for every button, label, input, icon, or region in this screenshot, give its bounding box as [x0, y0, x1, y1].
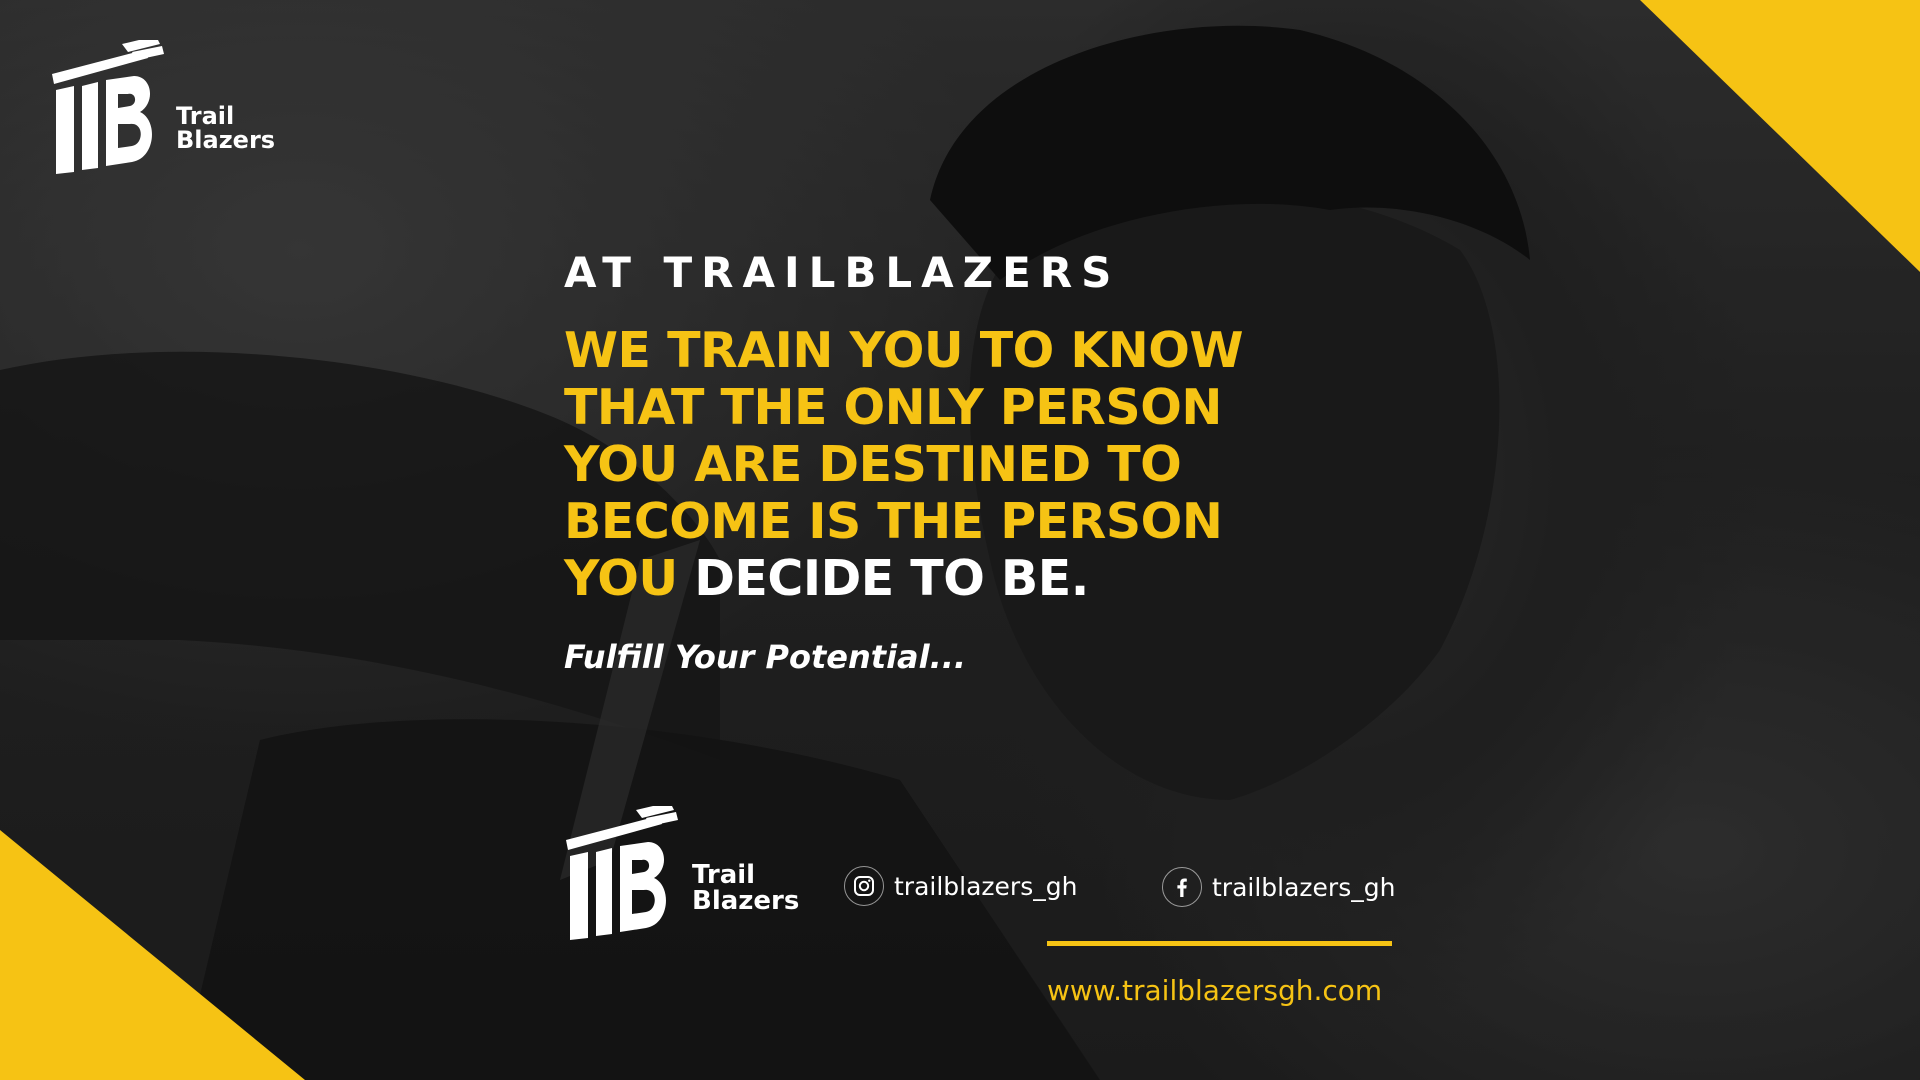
kicker-heading: AT TRAILBLAZERS [564, 248, 1121, 297]
instagram-handle: trailblazers_gh [894, 871, 1078, 901]
brand-wordmark: Trail Blazers [176, 104, 275, 152]
headline-line: BECOME IS THE PERSON [564, 493, 1223, 550]
corner-triangle-top-right [1640, 0, 1920, 272]
trailblazers-logo-icon [566, 806, 678, 940]
facebook-icon [1162, 867, 1202, 907]
website-link[interactable]: www.trailblazersgh.com [1047, 974, 1382, 1007]
brand-logo-top: Trail Blazers [48, 40, 275, 174]
brand-wordmark: Trail Blazers [692, 862, 799, 914]
headline-line: WE TRAIN YOU TO KNOW [564, 322, 1244, 379]
headline-emphasis: DECIDE TO BE. [694, 550, 1089, 607]
brand-name-line1: Trail [176, 102, 235, 130]
headline-last-prefix: YOU [564, 550, 695, 607]
facebook-link[interactable]: trailblazers_gh [1162, 867, 1395, 907]
headline: WE TRAIN YOU TO KNOW THAT THE ONLY PERSO… [564, 322, 1284, 607]
trailblazers-logo-icon [52, 40, 164, 174]
brand-name-line2: Blazers [176, 126, 276, 154]
corner-triangle-bottom-left [0, 830, 305, 1080]
brand-logo-bottom: Trail Blazers [562, 806, 799, 940]
headline-line: YOU ARE DESTINED TO [564, 436, 1182, 493]
divider-line [1047, 941, 1392, 946]
brand-name-line1: Trail [692, 860, 756, 890]
headline-line: THAT THE ONLY PERSON [564, 379, 1222, 436]
brand-name-line2: Blazers [692, 886, 800, 916]
instagram-link[interactable]: trailblazers_gh [844, 866, 1077, 906]
facebook-handle: trailblazers_gh [1212, 872, 1396, 902]
instagram-icon [844, 866, 884, 906]
headline-line-last: YOU DECIDE TO BE. [564, 550, 1284, 607]
tagline: Fulfill Your Potential... [564, 638, 967, 676]
